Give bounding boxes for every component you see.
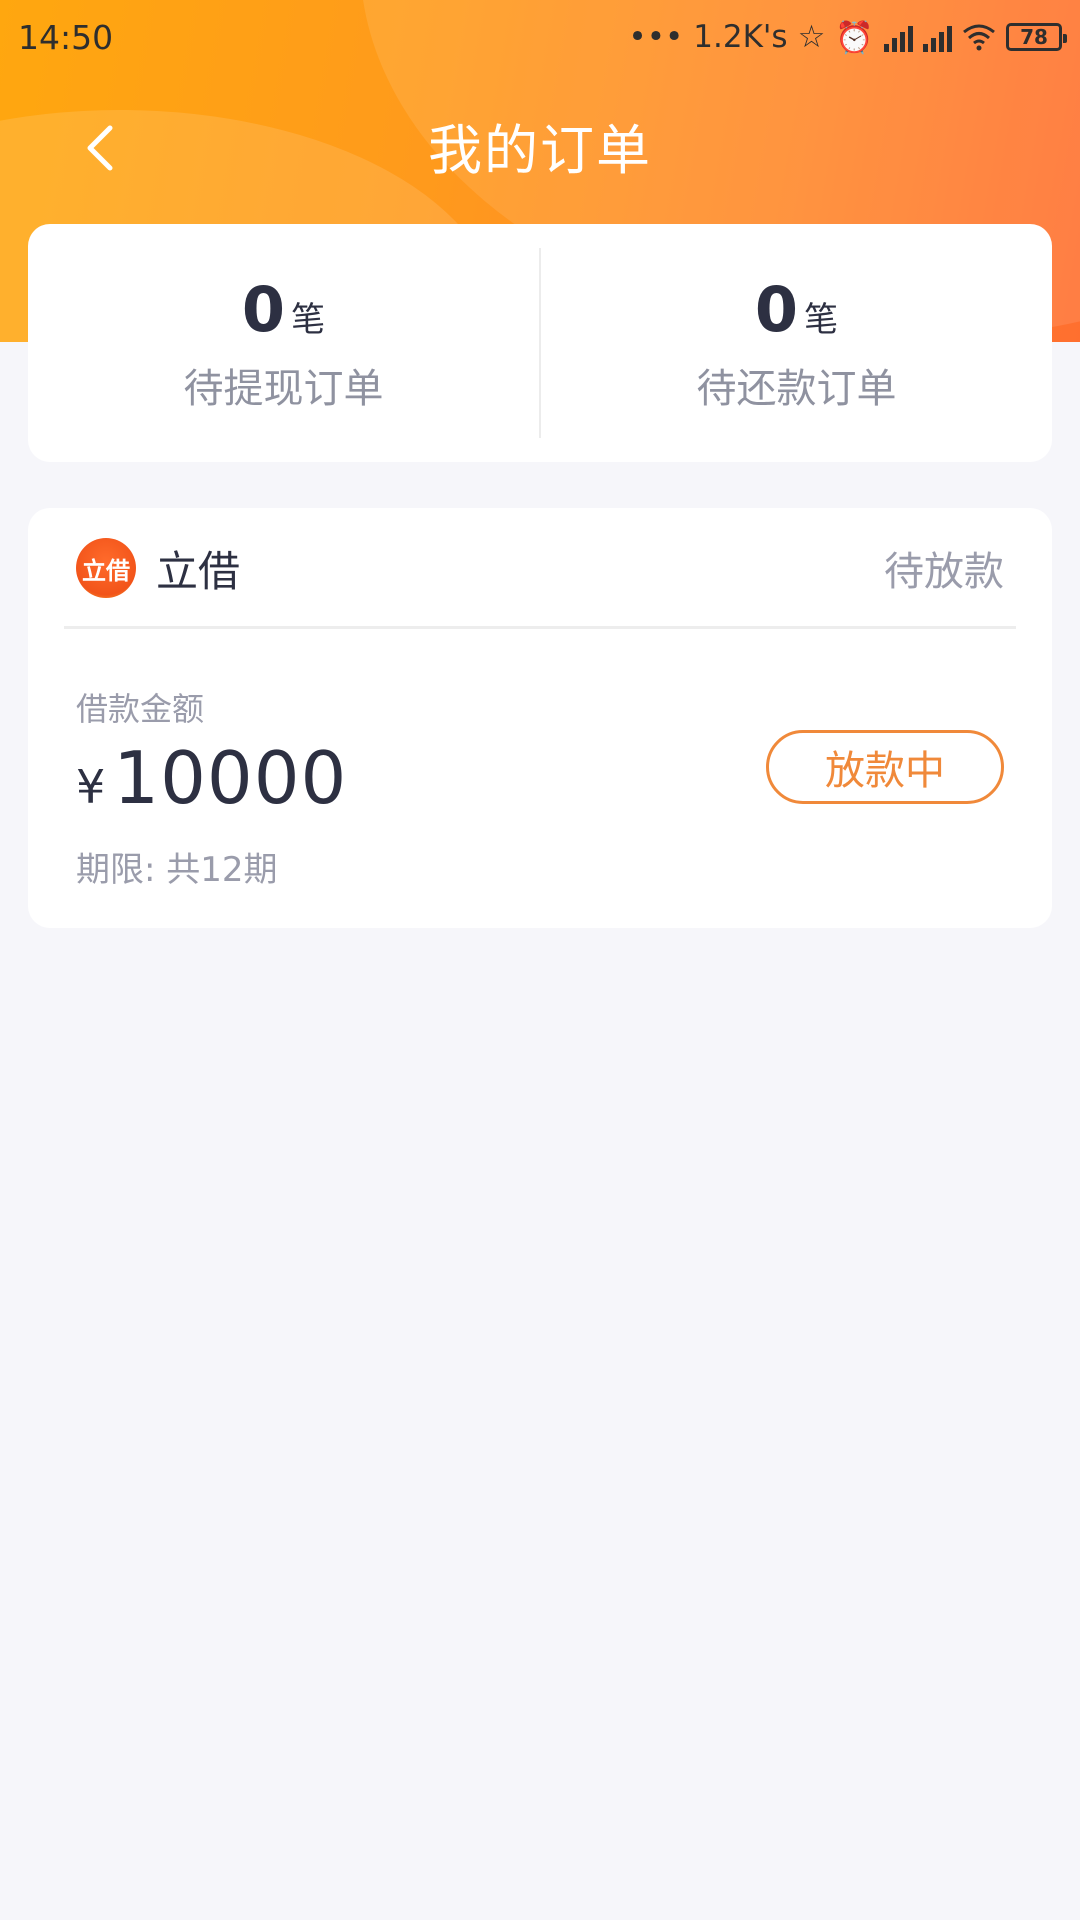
star-icon: ☆	[797, 19, 826, 55]
page-title: 我的订单	[428, 118, 652, 182]
app-screen: 14:50 ••• 1.2K's ☆ ⏰ 78 我的订单 0 笔 待提现订单 0…	[0, 0, 1080, 1920]
summary-label: 待提现订单	[183, 365, 384, 412]
alarm-icon: ⏰	[835, 19, 874, 56]
network-speed: 1.2K's	[693, 19, 788, 55]
count-unit: 笔	[291, 299, 326, 340]
status-bar: 14:50 ••• 1.2K's ☆ ⏰ 78	[0, 0, 1080, 74]
amount-label: 借款金额	[76, 690, 205, 728]
signal-icon	[923, 22, 952, 52]
order-divider	[64, 626, 1016, 629]
count-value: 0	[241, 272, 286, 346]
count-line: 0 笔	[242, 273, 325, 346]
loan-amount: ¥ 10000	[76, 736, 347, 820]
count-unit: 笔	[804, 299, 839, 340]
battery-icon: 78	[1006, 23, 1067, 51]
brand-name: 立借	[156, 546, 241, 596]
count-value: 0	[754, 272, 799, 346]
count-line: 0 笔	[755, 273, 838, 346]
summary-label: 待还款订单	[696, 365, 897, 412]
order-status: 待放款	[884, 549, 1004, 595]
brand-logo: 立借	[76, 538, 136, 598]
loan-term: 期限: 共12期	[76, 850, 278, 890]
status-time: 14:50	[18, 17, 114, 57]
amount-value: 10000	[113, 736, 348, 820]
wifi-icon	[963, 24, 995, 51]
chevron-left-icon	[87, 125, 113, 171]
logo-text: 立借	[82, 556, 130, 585]
signal-icon	[884, 22, 913, 52]
disbursing-button[interactable]: 放款中	[766, 730, 1004, 804]
button-label: 放款中	[825, 748, 945, 794]
order-header: 立借 立借 待放款	[28, 508, 1052, 628]
battery-level: 78	[1020, 25, 1048, 49]
back-button[interactable]	[70, 118, 130, 178]
nav-bar: 我的订单	[0, 100, 1080, 190]
order-card[interactable]: 立借 立借 待放款 借款金额 ¥ 10000 期限: 共12期 放款中	[28, 508, 1052, 928]
summary-pending-repay[interactable]: 0 笔 待还款订单	[541, 224, 1052, 462]
dots-icon: •••	[628, 19, 684, 55]
status-icons: ••• 1.2K's ☆ ⏰ 78	[628, 19, 1067, 56]
currency-symbol: ¥	[76, 760, 106, 814]
order-summary-card: 0 笔 待提现订单 0 笔 待还款订单	[28, 224, 1052, 462]
summary-pending-withdraw[interactable]: 0 笔 待提现订单	[28, 224, 539, 462]
